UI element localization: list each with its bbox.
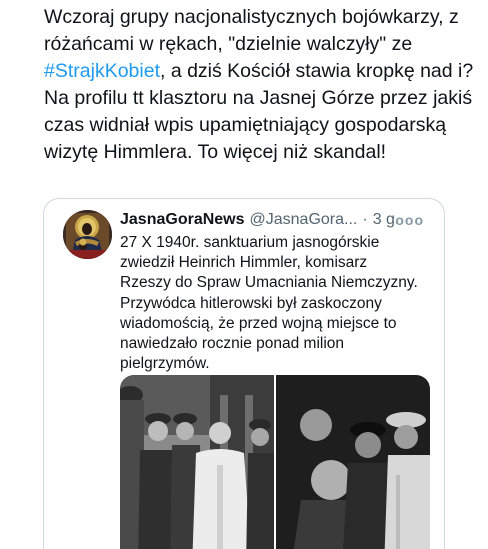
author-handle[interactable]: @JasnaGora...	[250, 211, 358, 229]
tweet-text: Wczoraj grupy nacjonalistycznych bojówka…	[44, 4, 474, 166]
historical-photo-officers[interactable]	[276, 375, 430, 549]
author-name[interactable]: JasnaGoraNews	[120, 211, 245, 229]
quoted-tweet-body: 27 X 1940r. sanktuarium jasnogórskie zwi…	[120, 234, 418, 373]
historical-photo-monk-and-soldiers[interactable]	[120, 375, 274, 549]
tweet-text-before: Wczoraj grupy nacjonalistycznych bojówka…	[44, 6, 459, 55]
quoted-tweet-card[interactable]: JasnaGoraNews @JasnaGora... · 3 g. ooo 2…	[43, 198, 445, 549]
madonna-icon[interactable]	[63, 210, 112, 259]
separator-dot: ·	[362, 211, 368, 228]
quoted-tweet-header: JasnaGoraNews @JasnaGora... · 3 g. ooo	[120, 209, 436, 231]
hashtag-link[interactable]: #StrajkKobiet	[44, 60, 160, 82]
more-options-icon[interactable]: ooo	[395, 212, 424, 228]
media-grid	[120, 375, 430, 549]
